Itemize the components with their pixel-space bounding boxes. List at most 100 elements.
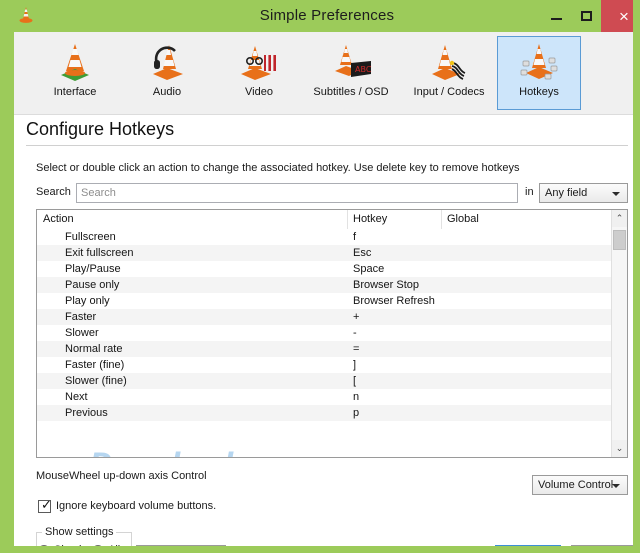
cell-hotkey: = [353,343,360,355]
watermark-suffix: .com.vn [232,457,308,458]
column-divider[interactable] [441,210,442,229]
scroll-down-icon[interactable]: ⌄ [612,440,627,457]
hotkeys-table: Action Hotkey Global Fullscreen f Exit ful… [36,209,628,458]
column-header-hotkey[interactable]: Hotkey [353,213,387,225]
tab-interface[interactable]: Interface [33,36,117,110]
search-input[interactable] [76,183,518,203]
table-body: Fullscreen f Exit fullscreen Esc Play/Pause S… [37,229,611,457]
vlc-headphones-icon [153,45,183,80]
cell-hotkey: Browser Refresh [353,295,435,307]
tab-label: Video [245,86,273,98]
tab-label: Hotkeys [519,86,559,98]
preferences-window: Simple Preferences × Interface Audio Vid… [0,0,640,553]
table-row[interactable]: Play only Browser Refresh [37,293,611,309]
cell-action: Slower (fine) [65,375,127,387]
cell-hotkey: - [353,327,357,339]
cell-hotkey: Browser Stop [353,279,420,291]
radio-dot-selected-icon [38,545,50,546]
tab-label: Input / Codecs [413,86,485,98]
cell-hotkey: [ [353,375,357,387]
cell-hotkey: p [353,407,360,419]
close-button[interactable]: × [601,0,633,32]
tab-input-codecs[interactable]: Input / Codecs [401,36,497,110]
close-icon: × [619,6,629,26]
chevron-down-icon [612,192,620,196]
ignore-volume-buttons-label: Ignore keyboard volume buttons. [56,500,217,512]
page-title: Configure Hotkeys [26,119,175,139]
vlc-video-icon [241,46,276,80]
tab-hotkeys[interactable]: Hotkeys [497,36,581,110]
radio-all-label: All [108,544,121,553]
reset-preferences-button[interactable]: Reset Preferences [136,545,226,546]
tab-label: Audio [152,86,182,98]
chevron-down-icon [612,484,620,488]
radio-dot-icon [92,545,104,546]
cancel-button[interactable]: Cancel [571,545,633,546]
mousewheel-label: MouseWheel up-down axis Control [36,470,207,482]
cell-action: Pause only [65,279,120,291]
svg-text:ABC: ABC [355,65,372,74]
cell-hotkey: + [353,311,360,323]
search-label: Search [36,186,71,198]
cell-action: Slower [65,327,99,339]
tab-audio[interactable]: Audio [125,36,209,110]
cell-action: Previous [65,407,108,419]
table-row[interactable]: Exit fullscreen Esc [37,245,611,261]
mousewheel-value: Volume Control [538,479,614,491]
minimize-button[interactable] [541,0,571,32]
table-row[interactable]: Faster + [37,309,611,325]
table-row[interactable]: Faster (fine)] [37,357,611,373]
cell-action: Fullscreen [65,231,116,243]
section-tabs: Interface Audio Video ABC Subtitles / OS… [14,32,633,115]
tab-subtitles-osd[interactable]: ABC Subtitles / OSD [301,36,401,110]
table-row[interactable]: Next n [37,389,611,405]
cell-action: Play only [65,295,110,307]
scrollbar-thumb[interactable] [613,230,626,250]
table-row[interactable]: Play/Pause Space [37,261,611,277]
title-divider [26,145,628,146]
table-row[interactable]: Pause only Browser Stop [37,277,611,293]
cell-hotkey: n [353,391,360,403]
cell-action: Play/Pause [65,263,121,275]
client-area: Interface Audio Video ABC Subtitles / OS… [14,32,633,546]
tab-video[interactable]: Video [217,36,301,110]
tab-label: Subtitles / OSD [313,86,389,98]
instruction-text: Select or double click an action to chan… [36,162,520,174]
search-field-value: Any field [545,187,588,199]
show-settings-legend: Show settings [42,526,117,538]
table-row[interactable]: Fullscreen f [37,229,611,245]
search-field-select[interactable]: Any field [539,183,628,203]
cell-action: Faster [65,311,97,323]
title-bar: Simple Preferences × [7,0,633,32]
cell-hotkey: Space [353,263,385,275]
cell-action: Normal rate [65,343,123,355]
table-row[interactable]: Slower - [37,325,611,341]
cell-hotkey: ] [353,359,357,371]
table-row[interactable]: Slower (fine) [ [37,373,611,389]
check-icon: ✓ [41,497,52,512]
tab-label: Interface [53,86,97,98]
ignore-volume-buttons-checkbox[interactable]: ✓ [38,497,52,513]
table-scrollbar[interactable]: ⌃ ⌄ [611,210,627,457]
cell-action: Faster (fine) [65,359,125,371]
table-row[interactable]: Normal rate = [37,341,611,357]
table-row[interactable]: Previous p [37,405,611,421]
vlc-hotkeys-icon [520,44,558,80]
maximize-button[interactable] [571,0,601,32]
vlc-subtitles-icon: ABC [335,45,372,77]
mousewheel-select[interactable]: Volume Control [532,475,628,495]
cell-hotkey: f [353,231,357,243]
scroll-up-icon[interactable]: ⌃ [612,210,627,227]
search-row: Search in Any field [36,183,628,203]
cell-hotkey: Esc [353,247,372,259]
column-header-action[interactable]: Action [43,213,74,225]
save-button[interactable]: Save [495,545,561,546]
column-divider[interactable] [347,210,348,229]
table-header: Action Hotkey Global [37,210,627,230]
cell-action: Next [65,391,88,403]
vlc-input-codecs-icon [432,45,466,80]
radio-simple-label: Simple [54,544,88,553]
minimize-icon [550,18,562,20]
maximize-icon [580,11,592,21]
column-header-global[interactable]: Global [447,213,479,225]
